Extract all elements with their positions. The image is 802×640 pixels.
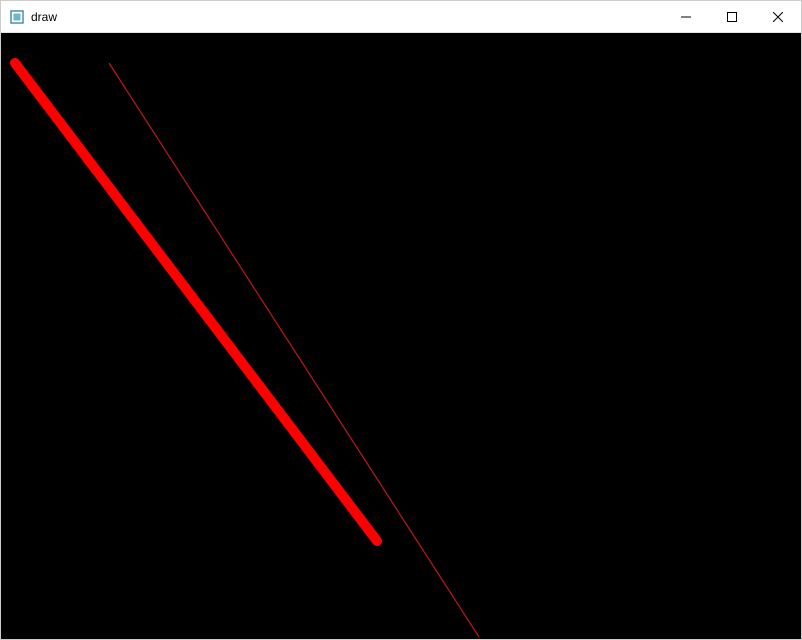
window-controls [663, 1, 801, 32]
close-button[interactable] [755, 1, 801, 32]
client-area [1, 33, 801, 639]
application-window: draw [0, 0, 802, 640]
titlebar[interactable]: draw [1, 1, 801, 33]
canvas-background [1, 33, 801, 639]
app-icon [9, 9, 25, 25]
maximize-button[interactable] [709, 1, 755, 32]
window-title: draw [31, 10, 57, 24]
canvas-container [1, 33, 801, 639]
drawing-canvas[interactable] [1, 33, 801, 639]
minimize-button[interactable] [663, 1, 709, 32]
titlebar-left: draw [9, 9, 57, 25]
